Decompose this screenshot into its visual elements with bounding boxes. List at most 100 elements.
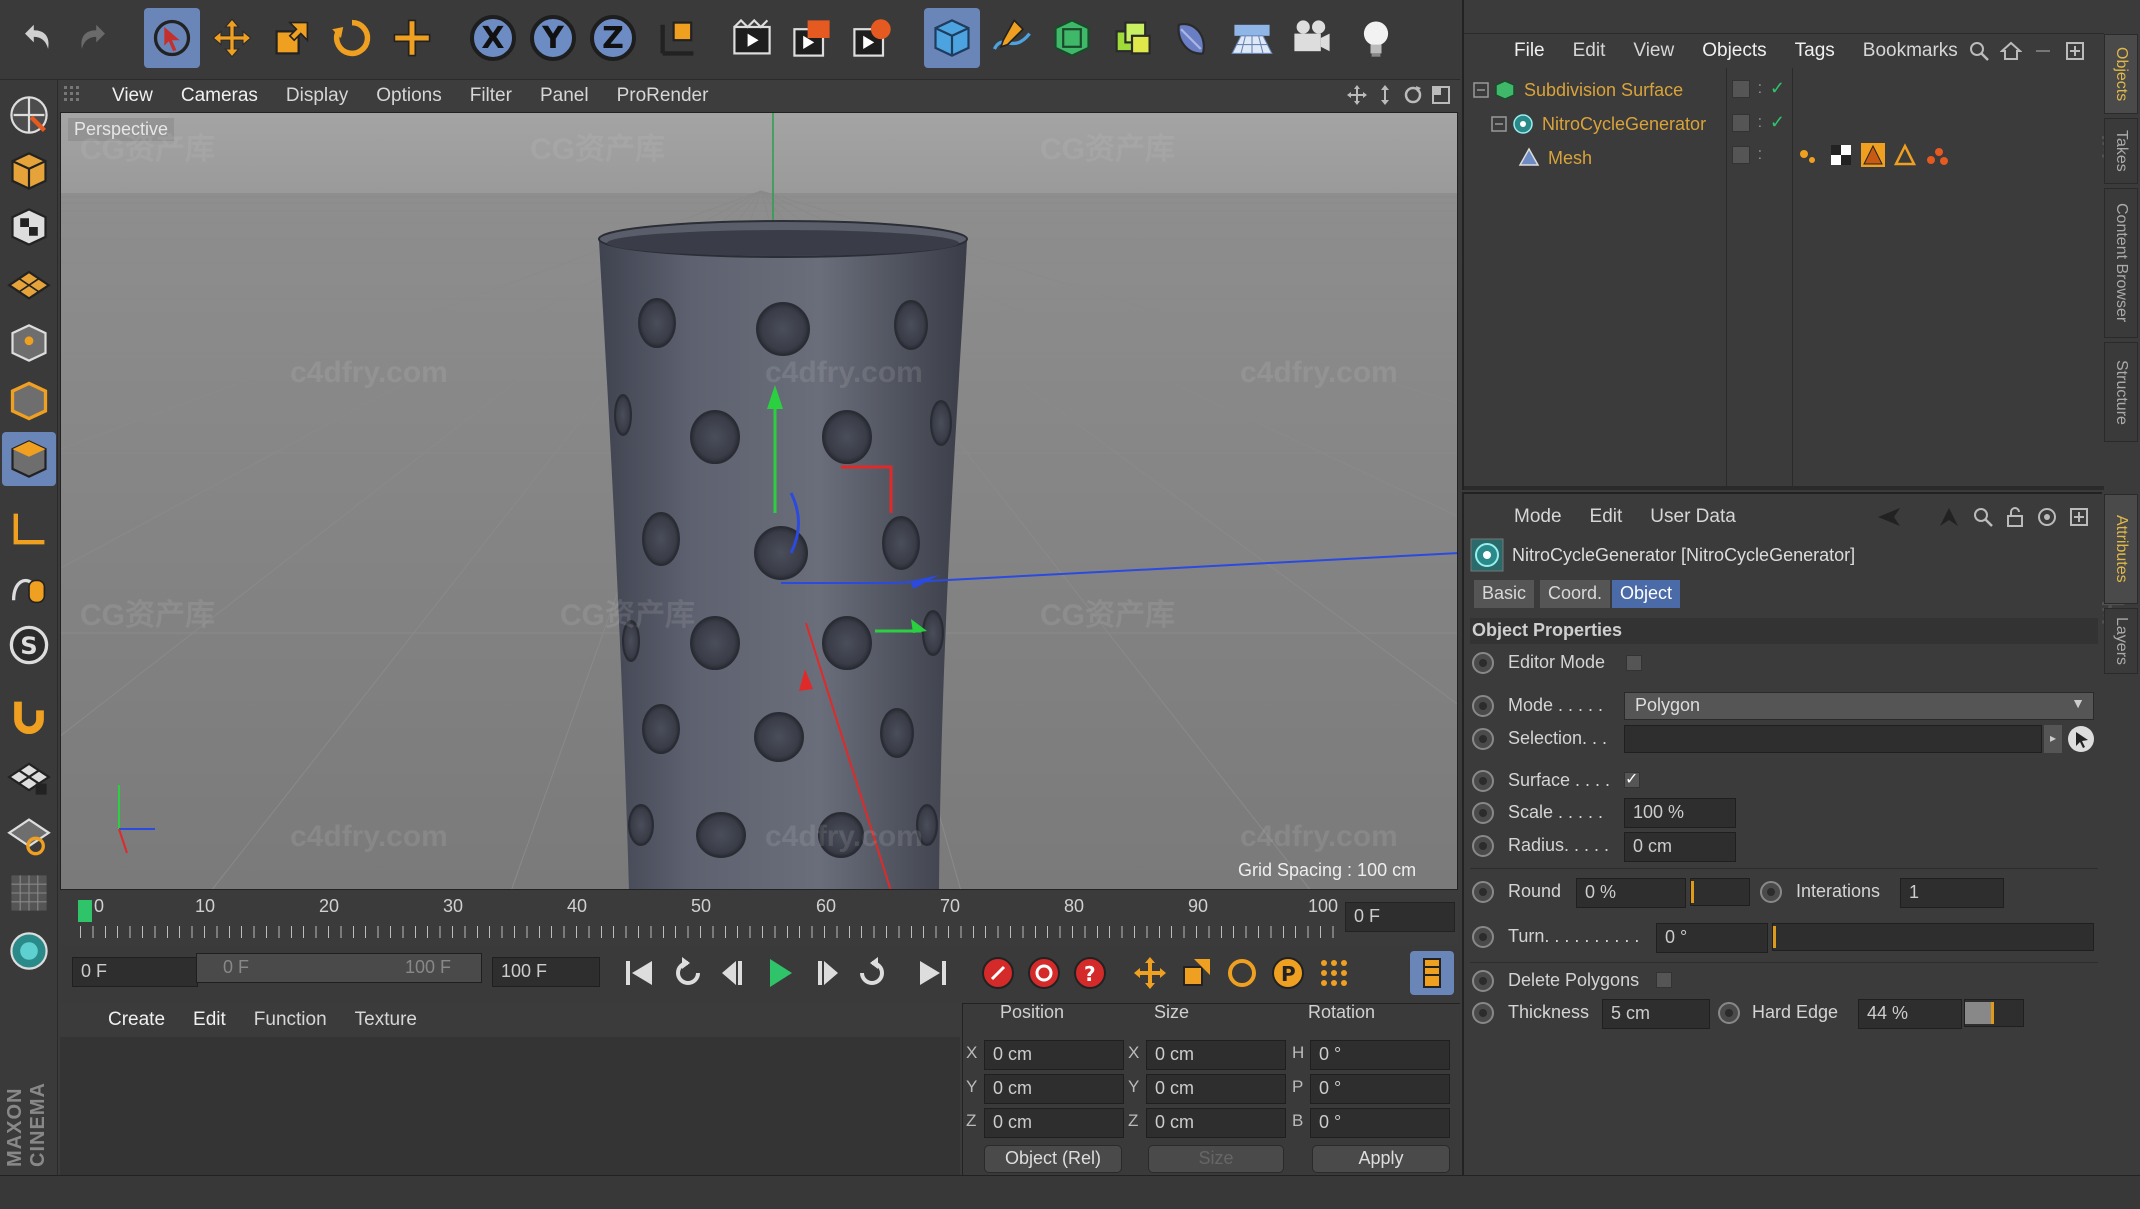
record-keys-icon[interactable] xyxy=(976,951,1020,995)
previous-key-icon[interactable] xyxy=(666,951,710,995)
animate-editor-mode-radio[interactable] xyxy=(1472,652,1494,674)
rotation-h-field[interactable]: 0 ° xyxy=(1310,1040,1450,1070)
side-tab-layers[interactable]: Layers xyxy=(2104,608,2138,674)
round-slider-handle[interactable] xyxy=(1691,881,1694,903)
side-tab-attributes[interactable]: Attributes xyxy=(2104,494,2138,604)
thickness-field[interactable]: 5 cm xyxy=(1602,999,1710,1029)
search-icon[interactable] xyxy=(1968,40,1990,62)
menu-options[interactable]: Options xyxy=(362,85,455,107)
position-x-field[interactable]: 0 cm xyxy=(984,1040,1124,1070)
side-tab-content-browser[interactable]: Content Browser xyxy=(2104,188,2138,338)
animate-selection-radio[interactable] xyxy=(1472,728,1494,750)
menu-user-data[interactable]: User Data xyxy=(1636,506,1750,528)
side-tab-objects[interactable]: Objects xyxy=(2104,34,2138,114)
x-axis-icon[interactable]: X xyxy=(466,10,520,66)
mesh-visibility-controls[interactable]: ⁚ xyxy=(1732,146,1762,164)
visibility-dots-icon[interactable]: ⁚ xyxy=(1758,148,1762,162)
tree-item-mesh[interactable]: Mesh xyxy=(1518,142,1738,174)
render-picture-viewer-icon[interactable] xyxy=(784,8,840,68)
live-selection-icon[interactable] xyxy=(384,8,440,68)
end-frame-field[interactable]: 100 F xyxy=(492,957,600,987)
apply-button[interactable]: Apply xyxy=(1312,1145,1450,1173)
light-icon[interactable] xyxy=(1348,8,1404,68)
move-tool-icon[interactable] xyxy=(204,8,260,68)
autokey-icon[interactable] xyxy=(1022,951,1066,995)
perspective-viewport[interactable] xyxy=(60,112,1458,890)
layer-swatch[interactable] xyxy=(1732,113,1750,132)
cube-primitive-icon[interactable] xyxy=(924,8,980,68)
next-frame-icon[interactable] xyxy=(804,951,848,995)
polygons-mode-icon[interactable] xyxy=(2,432,56,486)
visibility-dots-icon[interactable]: ⁚ xyxy=(1758,116,1762,130)
render-settings-icon[interactable] xyxy=(844,8,900,68)
camera-icon[interactable] xyxy=(1284,8,1340,68)
selection-menu-arrow-icon[interactable]: ▸ xyxy=(2044,725,2062,753)
animate-iterations-radio[interactable] xyxy=(1760,881,1782,903)
lock-icon[interactable] xyxy=(2004,506,2026,528)
size-y-field[interactable]: 0 cm xyxy=(1146,1074,1286,1104)
menu-display[interactable]: Display xyxy=(272,85,362,107)
turn-slider[interactable] xyxy=(1772,923,2094,951)
menu-objects[interactable]: Objects xyxy=(1688,40,1780,62)
position-z-field[interactable]: 0 cm xyxy=(984,1108,1124,1138)
tree-item-subdivision-surface[interactable]: Subdivision Surface xyxy=(1472,74,1732,106)
collapse-toggle-icon[interactable] xyxy=(1490,115,1508,133)
tree-item-nitrocyclegenerator[interactable]: NitroCycleGenerator xyxy=(1490,108,1750,140)
timeline-window-icon[interactable] xyxy=(1410,951,1454,995)
rotation-b-field[interactable]: 0 ° xyxy=(1310,1108,1450,1138)
enabled-check-icon[interactable]: ✓ xyxy=(1770,112,1785,133)
layer-swatch[interactable] xyxy=(1732,79,1750,98)
editor-mode-checkbox[interactable] xyxy=(1626,655,1642,671)
subdivision-visibility-controls[interactable]: ⁚ ✓ xyxy=(1732,78,1785,99)
menu-cameras[interactable]: Cameras xyxy=(167,85,272,107)
coordinate-mode-select[interactable]: Object (Rel) xyxy=(984,1145,1122,1173)
selection-link-field[interactable] xyxy=(1624,725,2042,753)
start-frame-field[interactable]: 0 F xyxy=(72,957,198,987)
keyframe-selection-icon[interactable]: ? xyxy=(1068,951,1112,995)
size-z-field[interactable]: 0 cm xyxy=(1146,1108,1286,1138)
previous-frame-icon[interactable] xyxy=(712,951,756,995)
home-icon[interactable] xyxy=(2000,40,2022,62)
animate-thickness-radio[interactable] xyxy=(1472,1002,1494,1024)
menu-view[interactable]: View xyxy=(1619,40,1688,62)
menu-mode[interactable]: Mode xyxy=(1500,506,1576,528)
menu-edit[interactable]: Edit xyxy=(1576,506,1637,528)
visibility-dots-icon[interactable]: ⁚ xyxy=(1758,82,1762,96)
subdivision-surface-icon[interactable] xyxy=(1044,8,1100,68)
menu-panel[interactable]: Panel xyxy=(526,85,603,107)
redo-icon[interactable] xyxy=(66,8,122,68)
zoom-view-icon[interactable] xyxy=(1374,84,1396,106)
position-y-field[interactable]: 0 cm xyxy=(984,1074,1124,1104)
render-view-icon[interactable] xyxy=(724,8,780,68)
delete-polygons-checkbox[interactable] xyxy=(1656,972,1672,988)
animate-surface-radio[interactable] xyxy=(1472,770,1494,792)
edge-selection-tag-icon[interactable] xyxy=(1892,142,1918,168)
planar-workplane-icon[interactable] xyxy=(2,808,56,862)
menu-prorender[interactable]: ProRender xyxy=(603,85,723,107)
turn-field[interactable]: 0 ° xyxy=(1656,923,1768,953)
axis-mode-icon[interactable] xyxy=(2,502,56,556)
animate-hard-edge-radio[interactable] xyxy=(1718,1002,1740,1024)
menu-create[interactable]: Create xyxy=(94,1009,179,1031)
hard-edge-slider[interactable] xyxy=(1964,999,2024,1027)
tab-object[interactable]: Object xyxy=(1612,580,1681,608)
points-mode-icon[interactable] xyxy=(2,316,56,370)
rotate-tool-icon[interactable] xyxy=(324,8,380,68)
side-tab-takes[interactable]: Takes xyxy=(2104,118,2138,184)
grid-icon[interactable] xyxy=(2,866,56,920)
mode-dropdown[interactable]: Polygon ▼ xyxy=(1624,692,2094,720)
polygon-selection-tag-icon[interactable] xyxy=(1860,142,1886,168)
animate-mode-radio[interactable] xyxy=(1472,695,1494,717)
make-editable-icon[interactable] xyxy=(2,88,56,142)
snapping-icon[interactable]: S xyxy=(2,618,56,672)
key-rotation-icon[interactable] xyxy=(1220,951,1264,995)
current-frame-field[interactable]: 0 F xyxy=(1345,902,1455,932)
turn-slider-handle[interactable] xyxy=(1773,926,1776,948)
size-x-field[interactable]: 0 cm xyxy=(1146,1040,1286,1070)
playhead[interactable] xyxy=(78,900,92,922)
menu-view[interactable]: View xyxy=(98,85,167,107)
menu-texture[interactable]: Texture xyxy=(341,1009,431,1031)
maximize-view-icon[interactable] xyxy=(1430,84,1452,106)
floor-icon[interactable] xyxy=(1224,8,1280,68)
select-tool-icon[interactable] xyxy=(144,8,200,68)
